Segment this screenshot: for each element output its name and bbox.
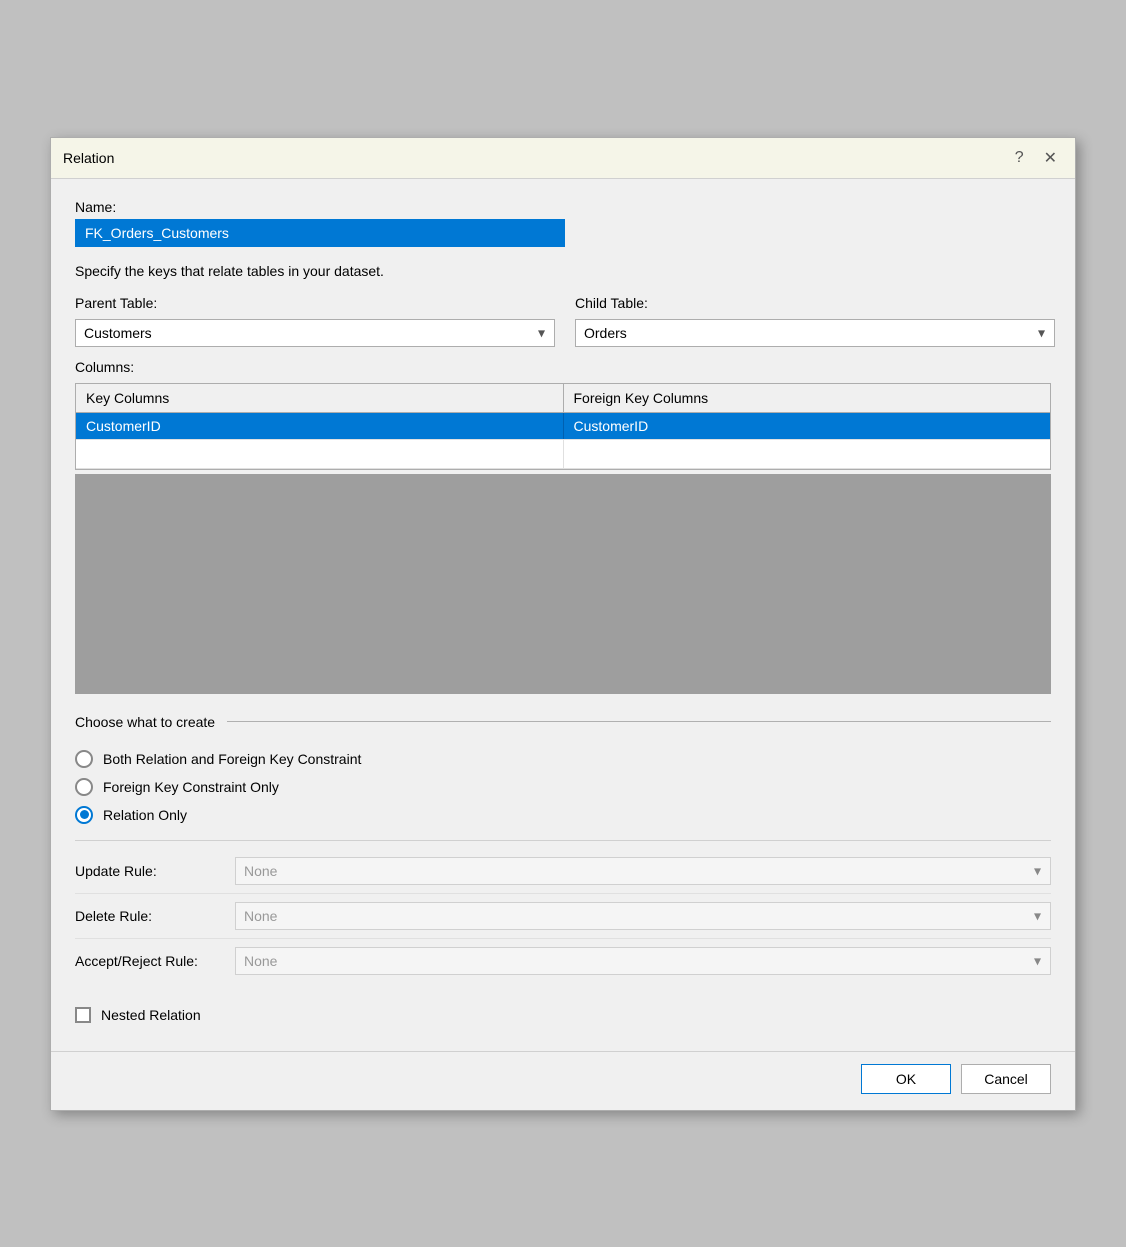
key-columns-header: Key Columns (76, 384, 564, 412)
radio-btn-both (75, 750, 93, 768)
foreign-key-columns-header: Foreign Key Columns (564, 384, 1051, 412)
accept-reject-rule-select-wrapper: None (235, 947, 1051, 975)
radio-btn-fk-only (75, 778, 93, 796)
parent-table-field: Parent Table: Customers (75, 295, 555, 347)
columns-label: Columns: (75, 359, 1051, 375)
parent-table-label: Parent Table: (75, 295, 555, 311)
accept-reject-rule-label: Accept/Reject Rule: (75, 953, 235, 969)
foreign-key-cell: CustomerID (564, 413, 1051, 439)
delete-rule-select[interactable]: None (235, 902, 1051, 930)
accept-reject-rule-row: Accept/Reject Rule: None (75, 939, 1051, 983)
parent-table-select[interactable]: Customers (75, 319, 555, 347)
title-bar-buttons: ? ✕ (1009, 146, 1063, 170)
child-table-label: Child Table: (575, 295, 1055, 311)
radio-both[interactable]: Both Relation and Foreign Key Constraint (75, 750, 1051, 768)
radio-group: Both Relation and Foreign Key Constraint… (75, 746, 1051, 828)
columns-body: CustomerID CustomerID (76, 413, 1050, 469)
radio-btn-relation-only (75, 806, 93, 824)
key-cell-empty (76, 440, 564, 468)
update-rule-select[interactable]: None (235, 857, 1051, 885)
name-section: Name: (75, 199, 1051, 247)
delete-rule-label: Delete Rule: (75, 908, 235, 924)
nested-relation-row[interactable]: Nested Relation (75, 995, 1051, 1031)
radio-label-fk-only: Foreign Key Constraint Only (103, 779, 279, 795)
table-row[interactable] (76, 440, 1050, 469)
nested-relation-label: Nested Relation (101, 1007, 201, 1023)
radio-relation-only[interactable]: Relation Only (75, 806, 1051, 824)
child-table-select[interactable]: Orders (575, 319, 1055, 347)
help-button[interactable]: ? (1009, 147, 1030, 169)
nested-relation-checkbox[interactable] (75, 1007, 91, 1023)
radio-label-relation-only: Relation Only (103, 807, 187, 823)
title-bar-left: Relation (63, 150, 114, 166)
cancel-button[interactable]: Cancel (961, 1064, 1051, 1094)
radio-fk-only[interactable]: Foreign Key Constraint Only (75, 778, 1051, 796)
radio-label-both: Both Relation and Foreign Key Constraint (103, 751, 361, 767)
update-rule-select-wrapper: None (235, 857, 1051, 885)
columns-header: Key Columns Foreign Key Columns (76, 384, 1050, 413)
accept-reject-rule-select[interactable]: None (235, 947, 1051, 975)
choose-section: Choose what to create (75, 714, 1051, 730)
dialog-title: Relation (63, 150, 114, 166)
tables-row: Parent Table: Customers Child Table: Ord… (75, 295, 1051, 347)
dialog-footer: OK Cancel (51, 1051, 1075, 1110)
update-rule-row: Update Rule: None (75, 849, 1051, 894)
columns-section: Columns: Key Columns Foreign Key Columns… (75, 359, 1051, 694)
relation-dialog: Relation ? ✕ Name: Specify the keys that… (50, 137, 1076, 1111)
parent-table-select-wrapper: Customers (75, 319, 555, 347)
update-rule-label: Update Rule: (75, 863, 235, 879)
ok-button[interactable]: OK (861, 1064, 951, 1094)
rules-section: Update Rule: None Delete Rule: None Acce… (75, 840, 1051, 983)
child-table-select-wrapper: Orders (575, 319, 1055, 347)
delete-rule-row: Delete Rule: None (75, 894, 1051, 939)
dialog-content: Name: Specify the keys that relate table… (51, 179, 1075, 1051)
gray-area (75, 474, 1051, 694)
name-input[interactable] (75, 219, 565, 247)
foreign-key-cell-empty (564, 440, 1051, 468)
child-table-field: Child Table: Orders (575, 295, 1055, 347)
name-label: Name: (75, 199, 1051, 215)
columns-table: Key Columns Foreign Key Columns Customer… (75, 383, 1051, 470)
delete-rule-select-wrapper: None (235, 902, 1051, 930)
choose-label: Choose what to create (75, 714, 215, 730)
key-cell: CustomerID (76, 413, 564, 439)
divider-line (227, 721, 1051, 722)
table-row[interactable]: CustomerID CustomerID (76, 413, 1050, 440)
hint-text: Specify the keys that relate tables in y… (75, 263, 1051, 279)
close-button[interactable]: ✕ (1038, 146, 1063, 170)
title-bar: Relation ? ✕ (51, 138, 1075, 179)
